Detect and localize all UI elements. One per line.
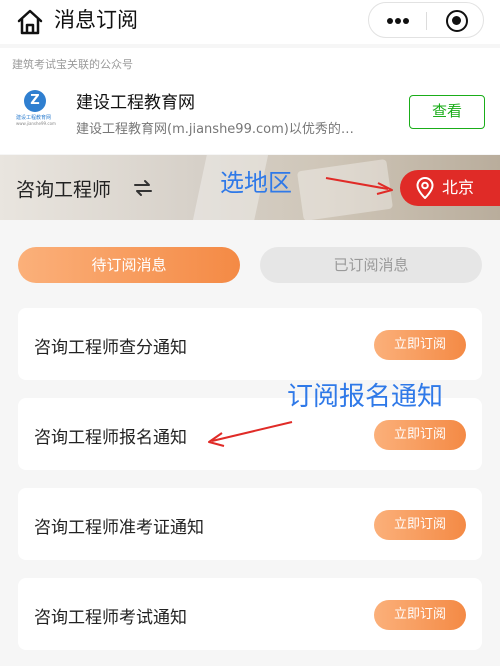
- notice-title: 咨询工程师准考证通知: [34, 518, 204, 538]
- notice-card: 咨询工程师考试通知 立即订阅: [18, 578, 482, 650]
- subscribe-button[interactable]: 立即订阅: [374, 330, 466, 360]
- capsule-divider: [426, 12, 427, 30]
- subscribe-button[interactable]: 立即订阅: [374, 420, 466, 450]
- more-icon[interactable]: [387, 18, 409, 24]
- notice-title: 咨询工程师考试通知: [34, 608, 187, 628]
- notice-title: 咨询工程师查分通知: [34, 338, 187, 358]
- annotation-select-region: 选地区: [220, 169, 292, 197]
- home-icon[interactable]: [14, 6, 46, 38]
- logo-mark: Z: [24, 90, 46, 112]
- view-button[interactable]: 查看: [409, 95, 485, 129]
- notice-card: 咨询工程师准考证通知 立即订阅: [18, 488, 482, 560]
- subscribe-button[interactable]: 立即订阅: [374, 510, 466, 540]
- notice-title: 咨询工程师报名通知: [34, 428, 187, 448]
- swap-icon[interactable]: [133, 179, 153, 197]
- exam-banner: 咨询工程师 选地区 北京: [0, 155, 500, 220]
- notice-card: 咨询工程师查分通知 立即订阅: [18, 308, 482, 380]
- tab-pending[interactable]: 待订阅消息: [18, 247, 240, 283]
- navbar: 消息订阅: [0, 0, 500, 44]
- tab-subscribed[interactable]: 已订阅消息: [260, 247, 482, 283]
- official-account-description: 建设工程教育网(m.jianshe99.com)以优秀的…: [76, 122, 354, 137]
- menu-capsule: [368, 2, 484, 38]
- official-account-logo: Z 建设工程教育网 www.jianshe99.com: [14, 84, 58, 128]
- annotation-registration: 订阅报名通知: [287, 382, 444, 412]
- logo-text: 建设工程教育网: [16, 115, 52, 121]
- region-label: 北京: [442, 178, 475, 197]
- target-icon[interactable]: [446, 10, 468, 32]
- subscribe-button[interactable]: 立即订阅: [374, 600, 466, 630]
- official-account-name: 建设工程教育网: [76, 93, 195, 113]
- logo-subtext: www.jianshe99.com: [16, 121, 56, 126]
- region-selector-button[interactable]: 北京: [400, 170, 500, 206]
- banner-decoration: [296, 158, 394, 220]
- official-account-caption: 建筑考试宝关联的公众号: [12, 58, 133, 71]
- page-title: 消息订阅: [54, 8, 138, 32]
- exam-name[interactable]: 咨询工程师: [16, 175, 111, 202]
- location-pin-icon: [416, 177, 434, 199]
- official-account-card[interactable]: 建筑考试宝关联的公众号 Z 建设工程教育网 www.jianshe99.com …: [0, 48, 500, 154]
